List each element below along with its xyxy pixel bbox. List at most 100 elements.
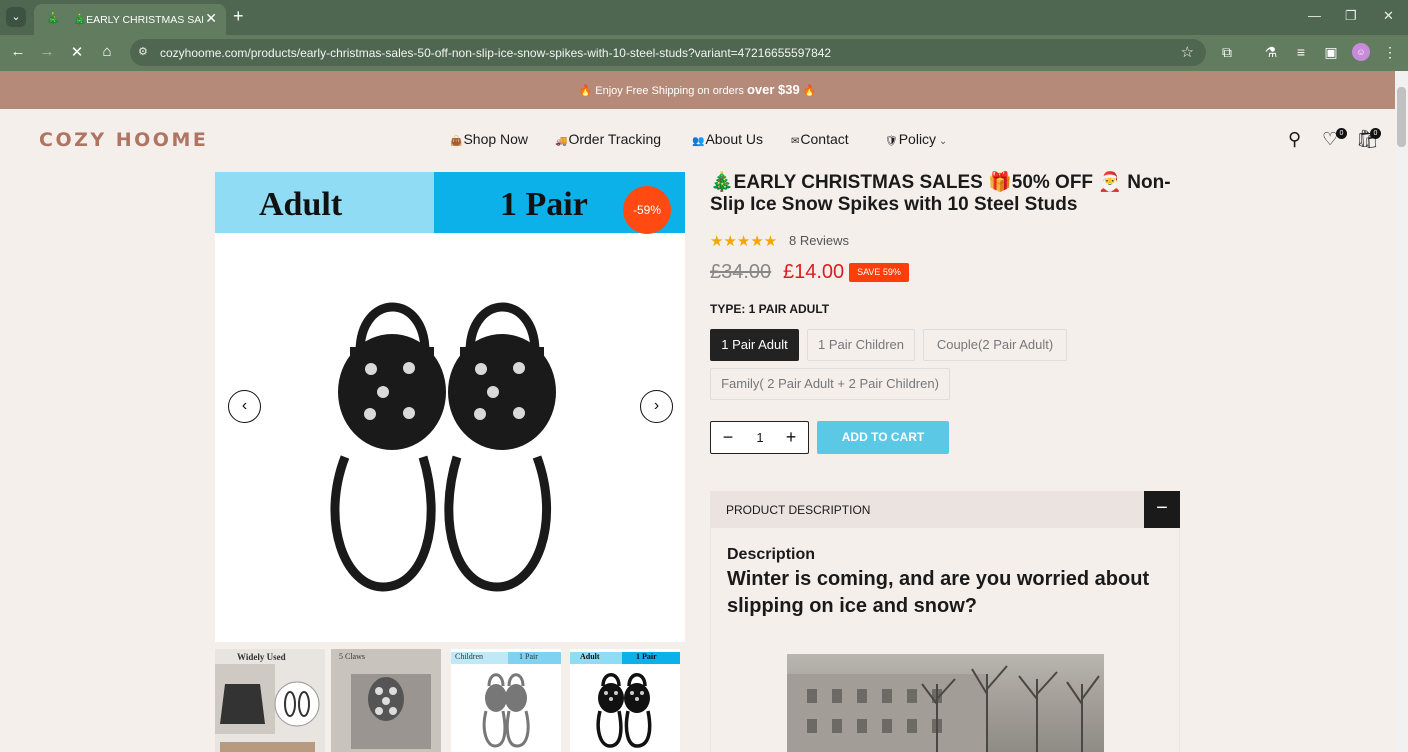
labs-icon[interactable]: ⚗	[1262, 44, 1280, 61]
thumb-label-b: 1 Pair	[636, 652, 657, 661]
save-badge: SAVE 59%	[849, 263, 909, 282]
add-to-cart-button[interactable]: ADD TO CART	[817, 421, 949, 454]
banner-right-text: 1 Pair	[500, 186, 588, 223]
address-bar[interactable]: ⚙ cozyhoome.com/products/early-christmas…	[130, 39, 1206, 66]
nav-about-us[interactable]: 👥About Us	[692, 131, 763, 147]
thumb-label-a: Children	[455, 652, 483, 661]
profile-avatar[interactable]: ☺	[1352, 43, 1370, 61]
description-content: Description Winter is coming, and are yo…	[710, 528, 1180, 752]
shield-icon: 🛡	[885, 136, 898, 147]
carousel-next-button[interactable]: ›	[640, 390, 673, 423]
restore-icon[interactable]: ❐	[1345, 8, 1357, 24]
description-heading: Description	[727, 546, 816, 563]
thumb-product	[596, 673, 652, 748]
carousel-prev-button[interactable]: ‹	[228, 390, 261, 423]
thumb-product	[482, 673, 530, 748]
media-control-icon[interactable]: ≡	[1292, 44, 1310, 60]
announcement-emphasis: over $39	[746, 82, 800, 97]
site-header: COZY HOOME 👜Shop Now 🚚Order Tracking 👥Ab…	[0, 109, 1395, 171]
url-text: cozyhoome.com/products/early-christmas-s…	[160, 46, 832, 60]
extensions-icon[interactable]: ⧉	[1218, 44, 1236, 61]
fire-icon: 🔥	[578, 85, 593, 97]
page-scrollbar[interactable]	[1395, 71, 1408, 752]
wishlist-count-badge: 0	[1336, 128, 1347, 139]
cart-count-badge: 0	[1370, 128, 1381, 139]
browser-tab-bar: ⌄ 🎄 🎄EARLY CHRISTMAS SALES 🎁 ✕ + — ❐ ✕	[0, 0, 1408, 35]
site-info-icon[interactable]: ⚙	[138, 45, 152, 59]
tab-favicon-icon: 🎄	[46, 13, 60, 25]
thumbnail-4[interactable]: Adult 1 Pair	[570, 649, 680, 752]
nav-label: About Us	[705, 131, 764, 147]
browser-tab-active[interactable]: 🎄 🎄EARLY CHRISTMAS SALES 🎁 ✕	[34, 4, 226, 35]
price-original: £34.00	[710, 261, 772, 283]
thumb-label-a: Adult	[580, 652, 600, 661]
people-icon: 👥	[692, 136, 705, 147]
discount-badge: -59%	[623, 186, 671, 234]
thumb-photo	[215, 664, 320, 752]
nav-order-tracking[interactable]: 🚚Order Tracking	[555, 131, 661, 147]
bag-icon: 👜	[450, 136, 463, 147]
forward-icon[interactable]: →	[37, 43, 57, 60]
tab-close-icon[interactable]: ✕	[205, 10, 217, 27]
image-banner-left: Adult	[215, 172, 434, 233]
variant-family[interactable]: Family( 2 Pair Adult + 2 Pair Children)	[710, 368, 950, 400]
thumb-photo	[351, 674, 431, 749]
thumb-label: 5 Claws	[339, 652, 365, 661]
quantity-increase-button[interactable]: +	[781, 426, 801, 448]
stop-loading-icon[interactable]: ✕	[67, 43, 87, 61]
variant-couple[interactable]: Couple(2 Pair Adult)	[923, 329, 1067, 361]
tab-search-button[interactable]: ⌄	[6, 7, 26, 27]
side-panel-icon[interactable]: ▣	[1322, 44, 1340, 61]
nav-policy[interactable]: 🛡Policy ⌄	[885, 131, 947, 147]
nav-contact[interactable]: ✉Contact	[791, 131, 849, 147]
quantity-input[interactable]: 1	[753, 430, 767, 445]
site-logo[interactable]: COZY HOOME	[39, 129, 208, 151]
product-title: 🎄EARLY CHRISTMAS SALES 🎁50% OFF 🎅 Non-Sl…	[710, 172, 1171, 215]
announcement-text: Enjoy Free Shipping on orders	[595, 85, 744, 97]
price-sale: £14.00	[783, 261, 845, 283]
scrollbar-thumb[interactable]	[1397, 87, 1406, 147]
accordion-label: PRODUCT DESCRIPTION	[726, 503, 871, 517]
banner-left-text: Adult	[259, 186, 343, 223]
mail-icon: ✉	[791, 136, 800, 147]
chevron-down-icon: ⌄	[936, 136, 948, 147]
minimize-icon[interactable]: —	[1308, 8, 1321, 23]
nav-label: Policy	[898, 131, 937, 147]
thumbnail-1[interactable]: Widely Used	[215, 649, 325, 752]
truck-icon: 🚚	[555, 136, 568, 147]
description-lead: Winter is coming, and are you worried ab…	[727, 568, 1150, 617]
fire-icon: 🔥	[802, 85, 817, 97]
collapse-minus-icon[interactable]: −	[1144, 491, 1180, 528]
description-accordion-header[interactable]: PRODUCT DESCRIPTION −	[710, 491, 1180, 528]
thumb-label-b: 1 Pair	[519, 652, 538, 661]
quantity-stepper: − 1 +	[710, 421, 809, 454]
thumbnail-strip: Widely Used 5 Claws Children 1 Pair Adul…	[215, 649, 685, 752]
tab-title: 🎄EARLY CHRISTMAS SALES 🎁	[73, 14, 203, 26]
back-icon[interactable]: ←	[8, 43, 28, 60]
ice-spikes-illustration	[330, 302, 556, 592]
reviews-link[interactable]: 8 Reviews	[789, 233, 849, 248]
variant-1-pair-adult[interactable]: 1 Pair Adult	[710, 329, 799, 361]
window-close-icon[interactable]: ✕	[1383, 8, 1394, 24]
variant-type-label: TYPE: 1 PAIR ADULT	[710, 302, 830, 316]
thumb-label: Widely Used	[237, 652, 286, 662]
variant-1-pair-children[interactable]: 1 Pair Children	[807, 329, 915, 361]
rating-stars: ★★★★★	[710, 233, 778, 250]
nav-label: Contact	[800, 131, 849, 147]
new-tab-icon[interactable]: +	[233, 6, 244, 26]
announcement-bar: 🔥 Enjoy Free Shipping on orders over $39…	[0, 71, 1395, 109]
product-main-image[interactable]: Adult 1 Pair -59% ‹ ›	[215, 172, 685, 642]
nav-label: Order Tracking	[568, 131, 662, 147]
nav-label: Shop Now	[463, 131, 529, 147]
thumbnail-3[interactable]: Children 1 Pair	[451, 649, 561, 752]
browser-toolbar: ← → ✕ ⌂ ⚙ cozyhoome.com/products/early-c…	[0, 35, 1408, 71]
bookmark-star-icon[interactable]: ☆	[1181, 43, 1194, 61]
quantity-decrease-button[interactable]: −	[718, 426, 738, 448]
building-trees-photo	[787, 665, 1100, 752]
description-photo	[787, 654, 1104, 752]
home-icon[interactable]: ⌂	[97, 43, 117, 60]
thumbnail-2[interactable]: 5 Claws	[331, 649, 441, 752]
nav-shop-now[interactable]: 👜Shop Now	[450, 131, 528, 147]
browser-menu-icon[interactable]: ⋮	[1381, 44, 1399, 61]
search-icon[interactable]: ⚲	[1288, 129, 1301, 150]
